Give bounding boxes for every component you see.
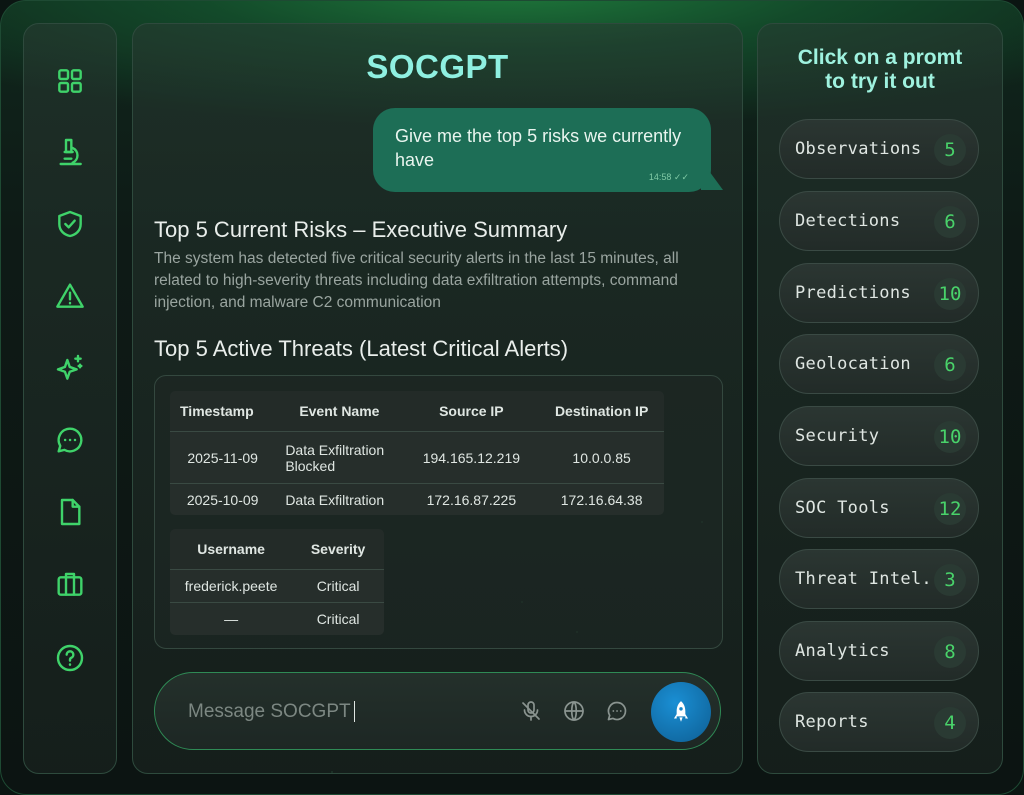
mic-off-icon[interactable] xyxy=(517,697,545,725)
rocket-icon xyxy=(673,701,689,722)
bubble-tail xyxy=(701,160,723,190)
table-row: — Critical xyxy=(170,602,384,635)
shield-check-icon[interactable] xyxy=(53,207,87,241)
user-message-text: Give me the top 5 risks we currently hav… xyxy=(395,126,682,170)
chat-icon[interactable] xyxy=(53,423,87,457)
prompt-label: Observations xyxy=(795,139,922,159)
threats-card: Timestamp Event Name Source IP Destinati… xyxy=(154,375,723,649)
message-time: 14:58 xyxy=(648,172,672,182)
column-header: Destination IP xyxy=(539,391,664,432)
prompt-label: Reports xyxy=(795,712,869,732)
summary-title: Top 5 Current Risks – Executive Summary xyxy=(154,217,568,242)
prompt-observations[interactable]: Observations 5 xyxy=(779,119,979,179)
message-input[interactable]: Message SOCGPT xyxy=(188,701,356,723)
prompt-detections[interactable]: Detections 6 xyxy=(779,191,979,251)
table-cell: — xyxy=(170,602,293,635)
microscope-icon[interactable] xyxy=(53,135,87,169)
double-check-icon: ✓✓ xyxy=(673,172,689,182)
prompt-label: Detections xyxy=(795,211,901,231)
table-cell: 2025-11-09 xyxy=(170,431,276,484)
threats-table: Timestamp Event Name Source IP Destinati… xyxy=(169,390,665,516)
table-cell: frederick.peete xyxy=(170,569,293,603)
page-title: SOCGPT xyxy=(366,48,509,85)
table-cell: 10.0.0.85 xyxy=(539,431,664,484)
chat-bubble-icon[interactable] xyxy=(603,697,631,725)
prompt-label: Threat Intel. xyxy=(795,569,932,589)
globe-icon[interactable] xyxy=(560,697,588,725)
prompt-label: Analytics xyxy=(795,641,890,661)
user-message-bubble: Give me the top 5 risks we currently hav… xyxy=(373,108,711,192)
chat-panel: SOCGPT Give me the top 5 risks we curren… xyxy=(132,23,743,774)
prompt-count-badge: 12 xyxy=(934,493,966,525)
prompt-count-badge: 6 xyxy=(934,349,966,381)
prompt-label: Predictions xyxy=(795,283,911,303)
column-header: Event Name xyxy=(275,391,404,432)
prompt-count-badge: 6 xyxy=(934,206,966,238)
table-cell: Critical xyxy=(292,602,384,635)
prompt-count-badge: 10 xyxy=(934,278,966,310)
table-cell: 2025-10-09 xyxy=(170,483,276,515)
table-header-row: Timestamp Event Name Source IP Destinati… xyxy=(170,391,664,432)
prompt-count-badge: 10 xyxy=(934,421,966,453)
app-frame: SOCGPT Give me the top 5 risks we curren… xyxy=(0,0,1024,795)
table-row: 2025-11-09 Data Exfiltration Blocked 194… xyxy=(170,431,664,484)
table-row: frederick.peete Critical xyxy=(170,569,384,603)
prompt-threat-intel[interactable]: Threat Intel. 3 xyxy=(779,549,979,609)
prompt-count-badge: 3 xyxy=(934,564,966,596)
column-header: Username xyxy=(170,529,293,570)
threats-title: Top 5 Active Threats (Latest Critical Al… xyxy=(154,336,569,361)
table-row: 2025-10-09 Data Exfiltration 172.16.87.2… xyxy=(170,483,664,515)
send-button[interactable] xyxy=(651,682,711,742)
column-header: Timestamp xyxy=(170,391,276,432)
prompt-predictions[interactable]: Predictions 10 xyxy=(779,263,979,323)
prompt-analytics[interactable]: Analytics 8 xyxy=(779,621,979,681)
document-icon[interactable] xyxy=(53,495,87,529)
table-cell: 194.165.12.219 xyxy=(403,431,540,484)
user-severity-table: Username Severity frederick.peete Critic… xyxy=(169,528,385,636)
sparkles-icon[interactable] xyxy=(53,351,87,385)
warning-icon[interactable] xyxy=(53,279,87,313)
prompt-label: Geolocation xyxy=(795,354,911,374)
help-icon[interactable] xyxy=(53,641,87,675)
table-cell: 172.16.87.225 xyxy=(403,483,540,515)
text-caret xyxy=(353,701,356,723)
table-cell: Data Exfiltration Blocked xyxy=(275,431,404,484)
briefcase-icon[interactable] xyxy=(53,567,87,601)
grid-icon[interactable] xyxy=(53,64,87,98)
prompt-count-badge: 5 xyxy=(934,134,966,166)
prompts-title-line: Click on a promt xyxy=(797,46,963,69)
prompt-security[interactable]: Security 10 xyxy=(779,406,979,466)
prompts-title-line: to try it out xyxy=(825,70,935,93)
message-timestamp: 14:58 ✓✓ xyxy=(649,172,689,183)
input-placeholder: Message SOCGPT xyxy=(188,701,351,722)
prompts-panel: Click on a promt to try it out Observati… xyxy=(757,23,1003,774)
prompt-soc-tools[interactable]: SOC Tools 12 xyxy=(779,478,979,538)
table-cell: Critical xyxy=(292,569,384,603)
sidebar xyxy=(23,23,117,774)
summary-text: The system has detected five critical se… xyxy=(154,250,679,311)
table-cell: Data Exfiltration xyxy=(275,483,404,515)
column-header: Source IP xyxy=(403,391,540,432)
table-header-row: Username Severity xyxy=(170,529,384,570)
prompt-reports[interactable]: Reports 4 xyxy=(779,692,979,752)
prompt-count-badge: 8 xyxy=(934,636,966,668)
message-input-bar[interactable]: Message SOCGPT xyxy=(154,672,721,750)
prompt-label: SOC Tools xyxy=(795,498,890,518)
prompt-geolocation[interactable]: Geolocation 6 xyxy=(779,334,979,394)
prompts-title: Click on a promt to try it out xyxy=(758,46,1002,94)
prompt-count-badge: 4 xyxy=(934,707,966,739)
table-cell: 172.16.64.38 xyxy=(539,483,664,515)
column-header: Severity xyxy=(292,529,384,570)
prompt-label: Security xyxy=(795,426,880,446)
